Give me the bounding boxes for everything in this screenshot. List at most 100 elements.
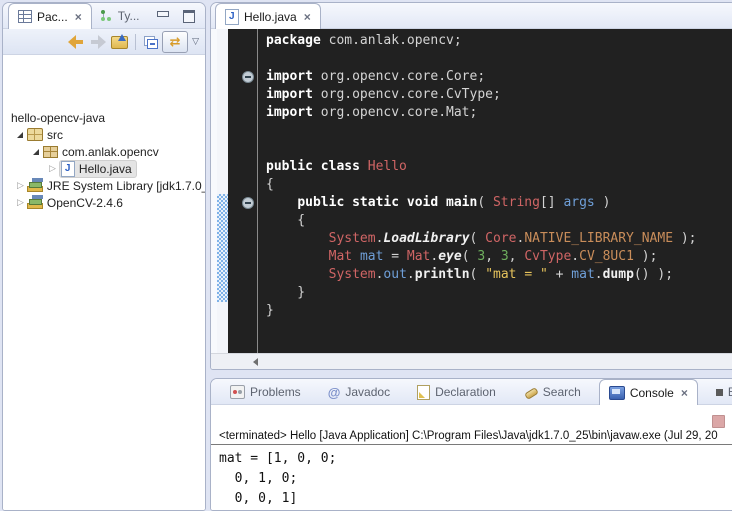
- tab-search[interactable]: Search: [514, 380, 590, 404]
- tab-console[interactable]: Console ×: [599, 379, 698, 405]
- code-area[interactable]: package com.anlak.opencv; import org.open…: [258, 29, 732, 354]
- tree-item-content: com.anlak.opencv: [43, 145, 159, 159]
- view-menu-button[interactable]: ▽: [192, 37, 199, 47]
- close-icon[interactable]: ×: [75, 12, 82, 22]
- tab-bug-explorer[interactable]: Bug Explorer: [707, 380, 732, 404]
- fold-collapse-icon[interactable]: [242, 71, 254, 83]
- code-token: +: [548, 267, 571, 282]
- code-line[interactable]: }: [258, 302, 732, 320]
- code-line[interactable]: {: [258, 212, 732, 230]
- code-line[interactable]: public static void main( String[] args ): [258, 194, 732, 212]
- link-arrows-icon: ⇄: [170, 36, 181, 49]
- code-token: import: [266, 87, 313, 102]
- src-folder-icon: [27, 128, 43, 141]
- editor-fold-gutter[interactable]: [228, 29, 258, 354]
- tab-package-explorer[interactable]: Pac... ×: [8, 3, 92, 29]
- code-line[interactable]: }: [258, 284, 732, 302]
- code-line[interactable]: [258, 122, 732, 140]
- tab-problems[interactable]: Problems: [221, 380, 310, 404]
- collapsed-arrow-icon[interactable]: ▷: [17, 181, 24, 191]
- tab-hello-java[interactable]: Hello.java ×: [215, 3, 321, 29]
- code-line[interactable]: Mat mat = Mat.eye( 3, 3, CvType.CV_8UC1 …: [258, 248, 732, 266]
- collapsed-arrow-icon[interactable]: ▷: [17, 198, 24, 208]
- code-token: com.anlak.opencv;: [321, 33, 462, 48]
- code-token: [266, 267, 329, 282]
- editor-tabrow: Hello.java ×: [211, 3, 732, 29]
- minimize-icon[interactable]: [157, 11, 169, 17]
- tree-item-label: Hello.java: [79, 162, 132, 176]
- toolbar-separator: [135, 34, 136, 50]
- code-line[interactable]: import org.opencv.core.Mat;: [258, 104, 732, 122]
- editor-horizontal-scrollbar[interactable]: [211, 353, 732, 369]
- code-line[interactable]: import org.opencv.core.Core;: [258, 68, 732, 86]
- code-token: package: [266, 33, 321, 48]
- console-output[interactable]: mat = [1, 0, 0; 0, 1, 0; 0, 0, 1]: [211, 445, 732, 509]
- close-icon[interactable]: ×: [681, 388, 688, 398]
- code-token: out: [383, 267, 406, 282]
- code-token: org.opencv.core.CvType;: [313, 87, 501, 102]
- code-token: [352, 249, 360, 264]
- tree-item-com-anlak-opencv[interactable]: com.anlak.opencv: [33, 143, 159, 160]
- code-line[interactable]: System.out.println( "mat = " + mat.dump(…: [258, 266, 732, 284]
- code-line[interactable]: import org.opencv.core.CvType;: [258, 86, 732, 104]
- code-line[interactable]: [258, 140, 732, 158]
- tree-item-label: src: [47, 128, 63, 142]
- code-token: import: [266, 105, 313, 120]
- tree-item-hello-opencv-java[interactable]: hello-opencv-java: [11, 109, 105, 126]
- tab-javadoc[interactable]: Javadoc: [319, 380, 399, 404]
- tree-item-src[interactable]: src: [17, 126, 63, 143]
- tree-item-jre-system-library-jdk1-7-0-25[interactable]: ▷JRE System Library [jdk1.7.0_25]: [17, 177, 205, 194]
- code-token: Mat: [407, 249, 430, 264]
- collapsed-arrow-icon[interactable]: ▷: [49, 164, 56, 174]
- tab-label: Search: [543, 385, 581, 399]
- code-token: );: [634, 249, 657, 264]
- library-icon: [27, 196, 43, 209]
- close-icon[interactable]: ×: [304, 12, 311, 22]
- scroll-left-icon[interactable]: [253, 358, 258, 366]
- tab-label: Declaration: [435, 385, 496, 399]
- code-line[interactable]: {: [258, 176, 732, 194]
- tab-hello-java-label: Hello.java: [244, 10, 297, 24]
- code-token: Core: [485, 231, 516, 246]
- editor-content: package com.anlak.opencv; import org.open…: [211, 29, 732, 354]
- code-line[interactable]: package com.anlak.opencv;: [258, 32, 732, 50]
- back-button[interactable]: [67, 35, 85, 49]
- expanded-arrow-icon[interactable]: [17, 132, 23, 138]
- terminate-button-icon[interactable]: [712, 415, 725, 428]
- tree-item-opencv-2-4-6[interactable]: ▷OpenCV-2.4.6: [17, 194, 123, 211]
- code-token: =: [383, 249, 406, 264]
- package-explorer-icon: [18, 10, 32, 23]
- link-with-editor-button[interactable]: ⇄: [162, 31, 188, 53]
- code-line[interactable]: [258, 50, 732, 68]
- code-token: Hello: [368, 159, 407, 174]
- editor-vertical-ruler[interactable]: [217, 29, 228, 354]
- tab-label: Problems: [250, 385, 301, 399]
- code-token: eye: [438, 249, 461, 264]
- package-icon: [43, 146, 58, 158]
- code-token: []: [540, 195, 563, 210]
- tab-type-hierarchy-label: Ty...: [118, 9, 140, 23]
- project-tree[interactable]: hello-opencv-java src com.anlak.opencv ▷ Hel…: [3, 54, 205, 510]
- forward-button[interactable]: [89, 35, 107, 49]
- collapse-all-button[interactable]: [143, 35, 158, 49]
- code-token: 3: [501, 249, 509, 264]
- tab-declaration[interactable]: Declaration: [408, 380, 505, 404]
- code-line[interactable]: public class Hello: [258, 158, 732, 176]
- tab-type-hierarchy[interactable]: Ty...: [92, 4, 149, 28]
- code-token: }: [266, 285, 305, 300]
- code-token: (: [470, 267, 486, 282]
- code-token: ,: [485, 249, 501, 264]
- eclipse-workbench: Pac... × Ty... ⇄ ▽ hello-opencv-javasrcc: [0, 0, 732, 511]
- tree-item-hello-java[interactable]: ▷ Hello.java: [49, 160, 137, 177]
- code-token: String: [493, 195, 540, 210]
- code-token: public static void main: [297, 195, 477, 210]
- code-line[interactable]: System.LoadLibrary( Core.NATIVE_LIBRARY_…: [258, 230, 732, 248]
- expanded-arrow-icon[interactable]: [33, 149, 39, 155]
- tab-label: Console: [630, 386, 674, 400]
- code-token: [266, 231, 329, 246]
- fold-collapse-icon[interactable]: [242, 197, 254, 209]
- go-up-button[interactable]: [111, 36, 128, 49]
- maximize-icon[interactable]: [183, 10, 195, 23]
- console-icon: [609, 386, 625, 400]
- code-token: .: [407, 267, 415, 282]
